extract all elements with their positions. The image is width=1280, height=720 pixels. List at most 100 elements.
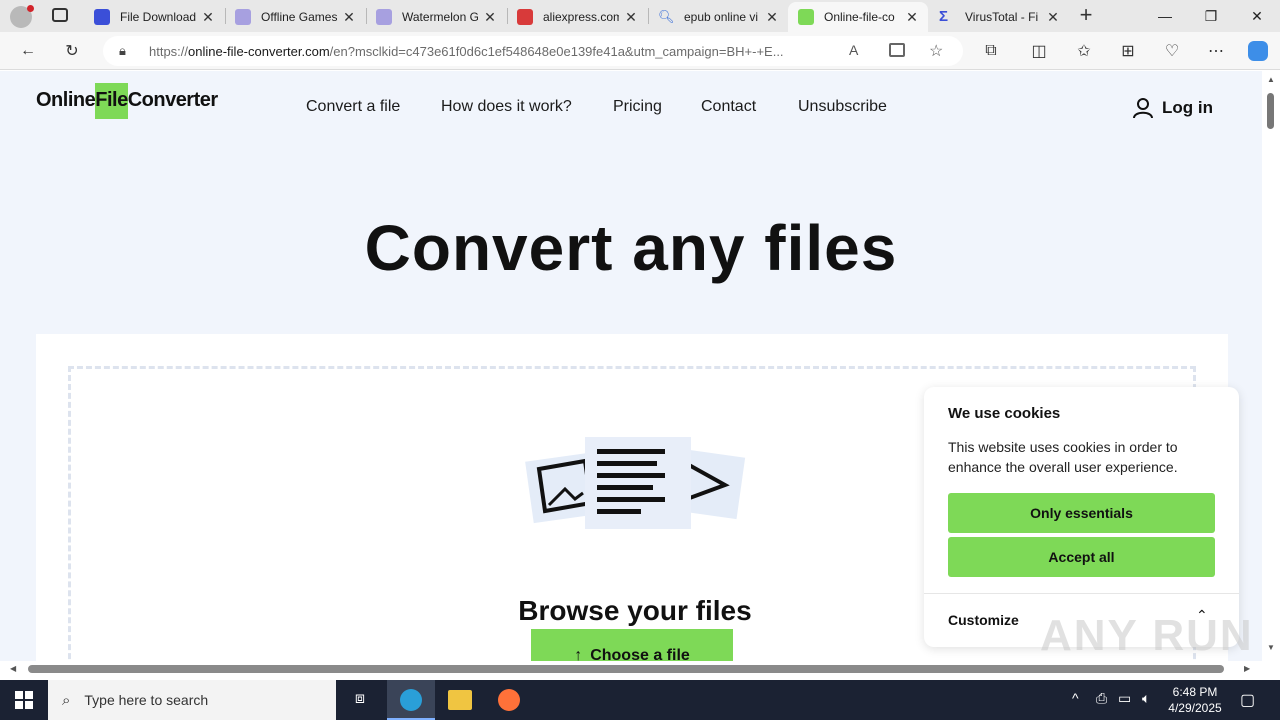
logo-part-online: Online <box>36 89 96 111</box>
notifications-icon[interactable]: ▢ <box>1240 690 1255 710</box>
tab-favicon <box>517 9 533 25</box>
clock-date: 4/29/2025 <box>1168 701 1222 715</box>
tab-title: Online-file-co <box>824 10 895 24</box>
file-explorer-icon[interactable] <box>448 690 472 710</box>
split-screen-icon[interactable]: ◫ <box>1025 38 1053 64</box>
url-rest: /en?msclkid=c473e61f0d6c1ef548648e0e139f… <box>329 44 784 59</box>
close-icon[interactable]: ✕ <box>200 9 216 25</box>
choose-file-button[interactable]: ↑ Choose a file <box>531 629 733 661</box>
url-domain: online-file-converter.com <box>188 44 330 59</box>
vertical-scroll-thumb[interactable] <box>1267 93 1274 129</box>
tab-title: Offline Games <box>261 10 337 24</box>
nav-how-does-it-work[interactable]: How does it work? <box>441 98 572 116</box>
favorites-icon[interactable]: ✩ <box>1070 38 1098 64</box>
scroll-left-icon[interactable]: ◀ <box>10 664 16 673</box>
nav-contact[interactable]: Contact <box>701 98 756 116</box>
system-clock[interactable]: 6:48 PM 4/29/2025 <box>1160 684 1230 716</box>
url-prefix: https:// <box>149 44 189 59</box>
nav-unsubscribe[interactable]: Unsubscribe <box>798 98 887 116</box>
login-button[interactable]: Log in <box>1132 97 1213 119</box>
tab-epub[interactable]: 🔍︎ epub online vi ✕ <box>648 2 788 32</box>
nav-pricing[interactable]: Pricing <box>613 98 662 116</box>
search-icon: 🔍︎ <box>658 9 675 24</box>
extensions-icon[interactable]: ⧉ <box>977 38 1005 64</box>
tab-online-file-converter[interactable]: Online-file-co ✕ <box>788 2 928 32</box>
restore-button[interactable]: ❐ <box>1188 0 1234 32</box>
close-icon[interactable]: ✕ <box>482 9 498 25</box>
clock-time: 6:48 PM <box>1172 685 1218 699</box>
tab-offline-games[interactable]: Offline Games ✕ <box>225 2 365 32</box>
cookie-divider <box>924 593 1239 594</box>
hero-title: Convert any files <box>364 212 898 284</box>
file-types-illustration <box>525 437 746 529</box>
logo-part-file: File <box>95 83 128 119</box>
close-icon[interactable]: ✕ <box>1045 9 1061 25</box>
firefox-icon[interactable] <box>498 689 520 711</box>
close-icon[interactable]: ✕ <box>764 9 780 25</box>
tab-watermelon[interactable]: Watermelon G ✕ <box>366 2 506 32</box>
page-content: OnlineFileConverter Convert a file How d… <box>0 71 1262 661</box>
tab-bar: File Download ✕ Offline Games ✕ Watermel… <box>0 0 1280 32</box>
usb-icon[interactable]: ⎙ <box>1096 690 1107 707</box>
lock-icon[interactable]: 🔒︎ <box>119 43 126 59</box>
immersive-reader-icon[interactable] <box>889 43 905 57</box>
tray-chevron-icon[interactable]: ^ <box>1072 690 1079 706</box>
tab-title: epub online vi <box>684 10 759 24</box>
site-logo[interactable]: OnlineFileConverter <box>36 83 218 129</box>
upload-arrow-icon: ↑ <box>574 647 583 661</box>
tab-file-download[interactable]: File Download ✕ <box>84 2 224 32</box>
minimize-button[interactable]: — <box>1142 0 1188 32</box>
new-tab-button[interactable]: + <box>1075 4 1097 26</box>
favorite-star-icon[interactable]: ☆ <box>929 41 943 61</box>
refresh-icon[interactable]: ↻ <box>58 38 86 64</box>
collections-icon[interactable]: ⊞ <box>1114 38 1142 64</box>
tab-favicon <box>798 9 814 25</box>
close-icon[interactable]: ✕ <box>904 9 920 25</box>
task-view-icon[interactable]: ⧈ <box>350 690 370 710</box>
close-icon[interactable]: ✕ <box>623 9 639 25</box>
tab-favicon <box>376 9 392 25</box>
windows-start-icon[interactable] <box>15 691 33 709</box>
more-menu-icon[interactable]: ⋯ <box>1202 38 1230 64</box>
only-essentials-button[interactable]: Only essentials <box>948 493 1215 533</box>
tab-title: File Download <box>120 10 196 24</box>
search-placeholder: Type here to search <box>84 692 209 708</box>
tab-actions-icon[interactable] <box>52 8 68 22</box>
tab-virustotal[interactable]: Σ VirusTotal - Fi ✕ <box>929 2 1069 32</box>
close-window-button[interactable]: ✕ <box>1234 0 1280 32</box>
horizontal-scrollbar[interactable]: ◀ ▶ <box>0 661 1262 680</box>
read-aloud-icon[interactable]: A <box>849 42 858 58</box>
horizontal-scroll-thumb[interactable] <box>28 665 1224 673</box>
url-text[interactable]: https://online-file-converter.com/en?msc… <box>149 44 849 59</box>
nav-convert-a-file[interactable]: Convert a file <box>306 98 400 116</box>
tab-favicon <box>94 9 110 25</box>
tab-favicon <box>235 9 251 25</box>
logo-part-converter: Converter <box>127 89 218 111</box>
scroll-down-icon[interactable]: ▼ <box>1267 643 1275 652</box>
cookie-banner: We use cookies This website uses cookies… <box>924 387 1239 647</box>
virustotal-icon: Σ <box>939 8 949 25</box>
network-icon[interactable]: ▭ <box>1118 690 1131 707</box>
taskbar-search[interactable]: ⌕ Type here to search <box>48 680 336 720</box>
edge-taskbar-icon[interactable] <box>387 680 435 720</box>
notification-dot <box>27 5 34 12</box>
back-icon[interactable]: ← <box>14 38 42 64</box>
volume-icon[interactable]: 🔈︎ <box>1142 690 1150 707</box>
anyrun-watermark: ANY RUN <box>1040 611 1254 660</box>
cookie-text: This website uses cookies in order to en… <box>948 439 1178 475</box>
choose-file-label: Choose a file <box>590 647 690 661</box>
copilot-icon[interactable] <box>1244 38 1272 64</box>
cookie-title: We use cookies <box>948 405 1061 422</box>
tab-title: aliexpress.com <box>543 10 619 24</box>
close-icon[interactable]: ✕ <box>341 9 357 25</box>
address-bar[interactable]: 🔒︎ https://online-file-converter.com/en?… <box>103 36 963 66</box>
scroll-right-icon[interactable]: ▶ <box>1244 664 1250 673</box>
scroll-up-icon[interactable]: ▲ <box>1267 75 1275 84</box>
accept-all-button[interactable]: Accept all <box>948 537 1215 577</box>
customize-toggle[interactable]: Customize <box>948 612 1019 628</box>
search-icon: ⌕ <box>62 691 71 709</box>
tab-aliexpress[interactable]: aliexpress.com ✕ <box>507 2 647 32</box>
browser-essentials-icon[interactable]: ♡ <box>1158 38 1186 64</box>
vertical-scrollbar[interactable]: ▲ ▼ <box>1262 71 1280 661</box>
windows-taskbar: ⌕ Type here to search ⧈ ^ ⎙ ▭ 🔈︎ 6:48 PM… <box>0 680 1280 720</box>
